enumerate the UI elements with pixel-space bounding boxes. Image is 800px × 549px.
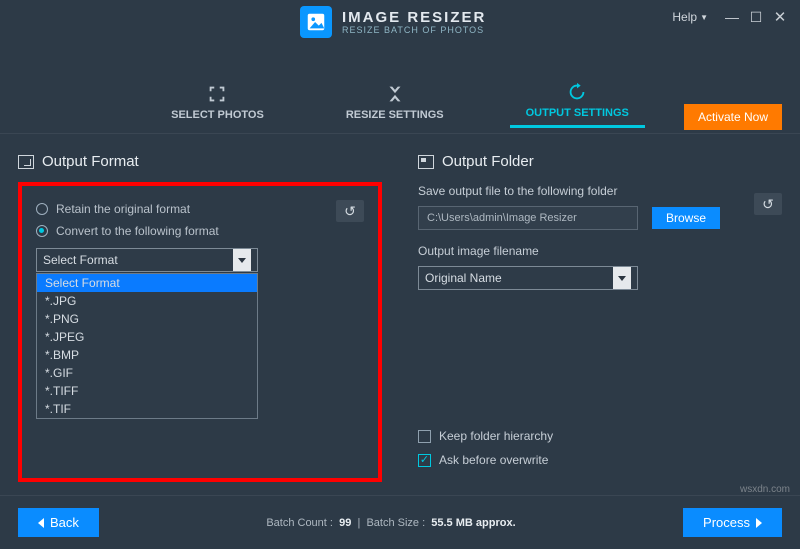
output-icon: [18, 155, 34, 169]
section-label: Output Folder: [442, 153, 534, 170]
radio-label: Convert to the following format: [56, 224, 219, 238]
tab-label: SELECT PHOTOS: [171, 109, 264, 121]
browse-button[interactable]: Browse: [652, 207, 720, 229]
output-folder-title: Output Folder: [418, 153, 782, 170]
format-option[interactable]: *.PNG: [37, 310, 257, 328]
expand-icon: [206, 83, 228, 105]
help-label: Help: [672, 10, 697, 24]
section-label: Output Format: [42, 153, 139, 170]
logo-text: IMAGE RESIZER RESIZE BATCH OF PHOTOS: [342, 10, 486, 35]
tab-resize-settings[interactable]: RESIZE SETTINGS: [330, 77, 460, 127]
back-button[interactable]: Back: [18, 508, 99, 537]
format-option[interactable]: *.JPEG: [37, 328, 257, 346]
tab-output-settings[interactable]: OUTPUT SETTINGS: [510, 75, 645, 128]
highlight-box: ↺ Retain the original format Convert to …: [18, 182, 382, 482]
batch-info: Batch Count : 99 | Batch Size : 55.5 MB …: [99, 517, 683, 529]
radio-retain-format[interactable]: Retain the original format: [36, 202, 364, 216]
output-path-input[interactable]: C:\Users\admin\Image Resizer: [418, 206, 638, 230]
logo-icon: [300, 6, 332, 38]
help-menu[interactable]: Help ▼: [672, 10, 708, 24]
chevron-down-icon: [613, 267, 631, 289]
reset-format-button[interactable]: ↺: [336, 200, 364, 222]
chevron-down-icon: ▼: [700, 13, 708, 22]
format-select[interactable]: Select Format Select Format *.JPG *.PNG …: [36, 248, 258, 272]
select-value: Select Format: [43, 253, 118, 267]
content-area: Output Format ↺ Retain the original form…: [0, 145, 800, 495]
path-row: C:\Users\admin\Image Resizer Browse: [418, 206, 782, 230]
format-option[interactable]: *.TIFF: [37, 382, 257, 400]
button-label: Back: [50, 515, 79, 530]
minimize-button[interactable]: —: [720, 5, 744, 29]
app-title: IMAGE RESIZER: [342, 10, 486, 25]
checkbox-keep-hierarchy[interactable]: Keep folder hierarchy: [418, 429, 553, 443]
radio-icon: [36, 203, 48, 215]
arrow-left-icon: [38, 518, 44, 528]
checkbox-ask-overwrite[interactable]: Ask before overwrite: [418, 453, 553, 467]
process-button[interactable]: Process: [683, 508, 782, 537]
format-option[interactable]: *.GIF: [37, 364, 257, 382]
radio-icon: [36, 225, 48, 237]
output-format-pane: Output Format ↺ Retain the original form…: [0, 145, 400, 495]
checkbox-icon: [418, 430, 431, 443]
app-logo: IMAGE RESIZER RESIZE BATCH OF PHOTOS: [300, 6, 486, 38]
footer-bar: Back Batch Count : 99 | Batch Size : 55.…: [0, 495, 800, 549]
checkbox-icon: [418, 454, 431, 467]
arrow-right-icon: [756, 518, 762, 528]
output-folder-pane: Output Folder ↺ Save output file to the …: [400, 145, 800, 495]
checkbox-group: Keep folder hierarchy Ask before overwri…: [418, 419, 553, 467]
tab-select-photos[interactable]: SELECT PHOTOS: [155, 77, 280, 127]
settings-icon: [566, 81, 588, 103]
radio-convert-format[interactable]: Convert to the following format: [36, 224, 364, 238]
save-folder-label: Save output file to the following folder: [418, 184, 782, 198]
output-format-title: Output Format: [18, 153, 382, 170]
button-label: Process: [703, 515, 750, 530]
reset-folder-button[interactable]: ↺: [754, 193, 782, 215]
tab-label: RESIZE SETTINGS: [346, 109, 444, 121]
tab-label: OUTPUT SETTINGS: [526, 107, 629, 119]
filename-select[interactable]: Original Name: [418, 266, 638, 290]
activate-button[interactable]: Activate Now: [684, 104, 782, 130]
close-button[interactable]: ✕: [768, 5, 792, 29]
chevron-down-icon: [233, 249, 251, 271]
folder-icon: [418, 155, 434, 169]
filename-label: Output image filename: [418, 244, 782, 258]
format-option[interactable]: Select Format: [37, 274, 257, 292]
checkbox-label: Keep folder hierarchy: [439, 429, 553, 443]
tab-bar: SELECT PHOTOS RESIZE SETTINGS OUTPUT SET…: [0, 70, 800, 134]
checkbox-label: Ask before overwrite: [439, 453, 548, 467]
radio-label: Retain the original format: [56, 202, 190, 216]
format-dropdown: Select Format *.JPG *.PNG *.JPEG *.BMP *…: [36, 273, 258, 419]
maximize-button[interactable]: ☐: [744, 5, 768, 29]
select-value: Original Name: [425, 271, 502, 285]
resize-icon: [384, 83, 406, 105]
format-option[interactable]: *.BMP: [37, 346, 257, 364]
app-subtitle: RESIZE BATCH OF PHOTOS: [342, 25, 486, 35]
format-option[interactable]: *.TIF: [37, 400, 257, 418]
format-option[interactable]: *.JPG: [37, 292, 257, 310]
